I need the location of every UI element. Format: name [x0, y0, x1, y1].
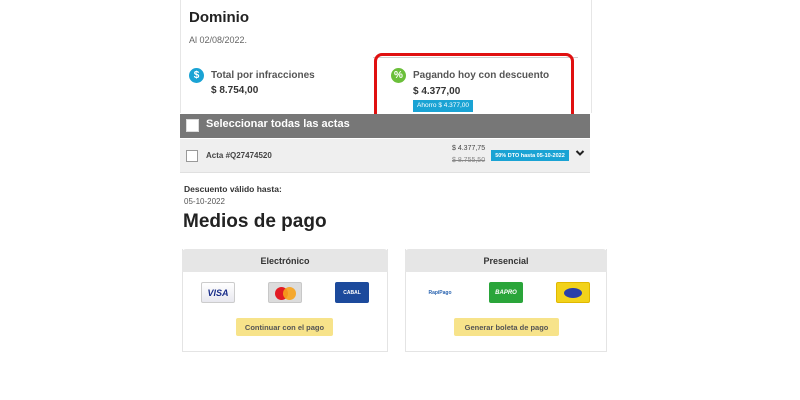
discount-valid-label: Descuento válido hasta:: [184, 184, 282, 194]
act-checkbox[interactable]: [186, 150, 198, 162]
bapro-icon: BAPRO: [489, 282, 523, 303]
savings-badge: Ahorro $ 4.377,00: [413, 100, 474, 112]
discount-payment-label: Pagando hoy con descuento: [413, 70, 550, 81]
generate-payment-slip-button[interactable]: Generar boleta de pago: [454, 318, 559, 336]
visa-icon: VISA: [201, 282, 235, 303]
page-title: Dominio: [189, 9, 249, 26]
rapipago-icon: RapiPago: [428, 290, 452, 296]
continue-payment-button[interactable]: Continuar con el pago: [236, 318, 333, 336]
select-all-label[interactable]: Seleccionar todas las actas: [206, 118, 350, 130]
payment-methods-title: Medios de pago: [183, 211, 327, 232]
act-original-price: $ 8.755,50: [452, 157, 486, 164]
pagofacil-icon: [556, 282, 590, 303]
total-infractions-label: Total por infracciones: [211, 70, 315, 81]
percent-icon: %: [391, 68, 406, 83]
act-label: Acta #Q27474520: [206, 151, 272, 160]
divider: [373, 57, 578, 58]
discount-payment-value: $ 4.377,00: [413, 86, 461, 97]
in-person-panel-header: Presencial: [405, 249, 607, 272]
total-infractions-value: $ 8.754,00: [211, 85, 259, 96]
act-discount-badge: 50% DTO hasta 05-10-2022: [491, 150, 569, 161]
discount-valid-date: 05-10-2022: [184, 197, 225, 206]
cabal-icon: CABAL: [335, 282, 369, 303]
mastercard-icon: [268, 282, 302, 303]
cabal-text: CABAL: [343, 289, 361, 296]
act-discounted-price: $ 4.377,75: [452, 145, 486, 152]
chevron-down-icon[interactable]: [575, 148, 585, 158]
date-label: Al 02/08/2022.: [189, 35, 248, 45]
select-all-checkbox[interactable]: [186, 119, 199, 132]
electronic-panel-header: Electrónico: [182, 249, 388, 272]
dollar-icon: $: [189, 68, 204, 83]
